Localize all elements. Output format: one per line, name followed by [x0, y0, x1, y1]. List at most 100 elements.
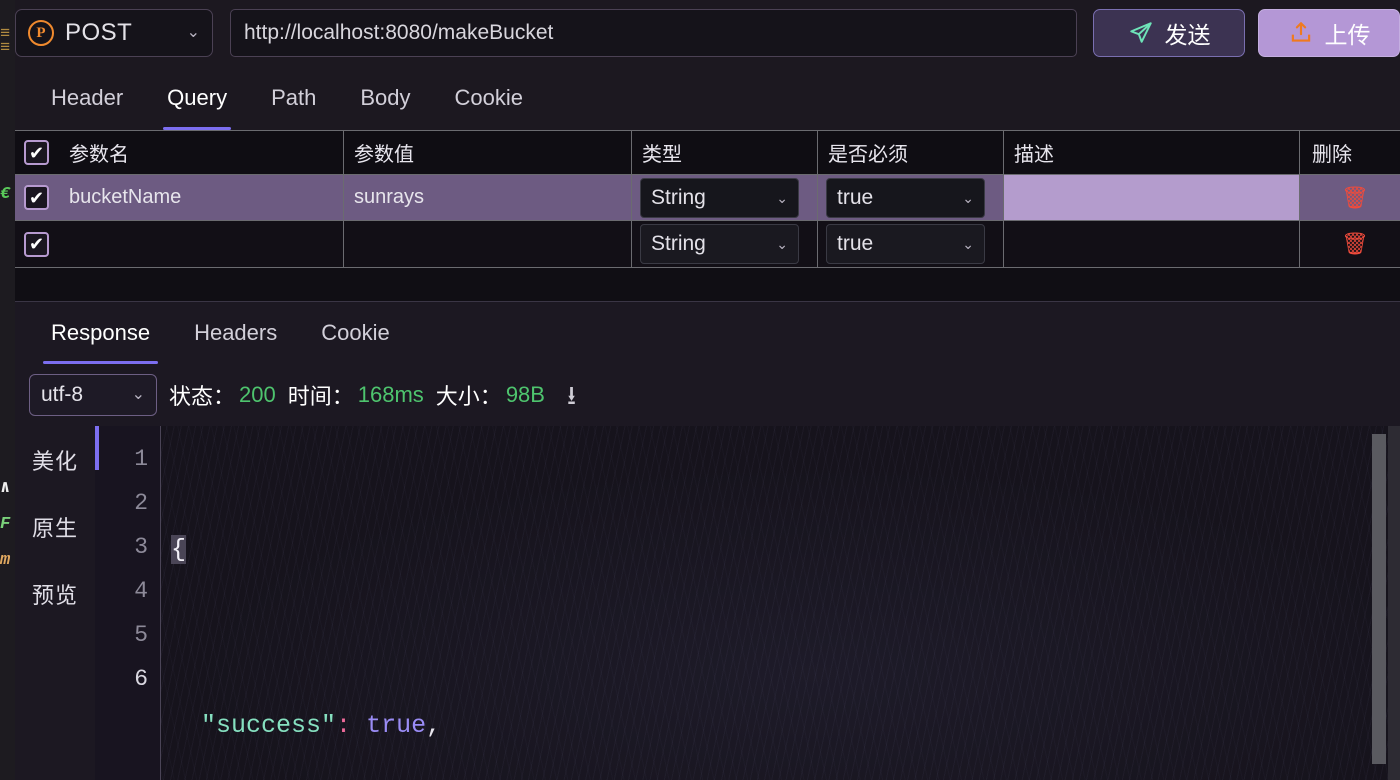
row-checkbox[interactable] — [24, 185, 49, 210]
upload-button[interactable]: 上传 — [1258, 9, 1400, 57]
chevron-down-icon: ⌄ — [776, 236, 788, 252]
request-bar: P POST ⌄ http://localhost:8080/makeBucke… — [15, 0, 1400, 66]
param-type-value: String — [651, 185, 706, 209]
tab-path-label: Path — [271, 85, 317, 110]
json-colon: : — [336, 711, 352, 740]
tab-cookie[interactable]: Cookie — [433, 66, 545, 130]
param-required-value: true — [837, 185, 874, 209]
param-value-value: sunrays — [354, 186, 425, 208]
trash-icon[interactable]: 🗑 — [1341, 186, 1369, 209]
tab-header[interactable]: Header — [29, 66, 145, 130]
raw-button[interactable]: 原生 — [32, 511, 78, 543]
param-name-input[interactable]: bucketName — [59, 175, 344, 220]
param-delete-cell: 🗑 — [1300, 175, 1400, 220]
tab-response-headers-label: Headers — [194, 320, 278, 345]
param-type-select[interactable]: String ⌄ — [640, 224, 799, 264]
request-tab-bar: Header Query Path Body Cookie — [15, 66, 1400, 130]
param-value-input[interactable]: sunrays — [344, 175, 632, 220]
column-header-description: 描述 — [1004, 131, 1300, 174]
code-line: { — [161, 528, 1400, 572]
json-open-brace: { — [171, 535, 187, 564]
param-required-select[interactable]: true ⌄ — [826, 177, 985, 218]
encoding-select[interactable]: utf-8 ⌄ — [29, 374, 157, 416]
row-checkbox[interactable] — [24, 231, 49, 257]
param-type-value: String — [651, 232, 706, 255]
parameter-table: 参数名 参数值 类型 是否必须 描述 删除 bucketName — [15, 130, 1400, 268]
json-comma: , — [426, 711, 442, 740]
trash-icon[interactable]: 🗑 — [1341, 233, 1369, 255]
param-required-cell: true ⌄ — [818, 175, 1004, 220]
column-header-required-label: 是否必须 — [828, 144, 908, 166]
table-row[interactable]: String ⌄ true ⌄ 🗑 — [15, 221, 1400, 267]
encoding-value: utf-8 — [41, 383, 84, 406]
http-method-select[interactable]: P POST ⌄ — [15, 9, 213, 57]
column-header-delete: 删除 — [1300, 131, 1400, 174]
tab-response-label: Response — [51, 320, 151, 345]
bleed-fragment: m — [0, 551, 11, 570]
line-number: 1 — [134, 446, 148, 472]
response-status-bar: utf-8 ⌄ 状态： 200 时间： 168ms 大小： 98B — [15, 364, 1400, 426]
response-body-viewer[interactable]: 1 2 3 4 5 6 { "success": true, "code": 2… — [95, 426, 1400, 780]
bleed-fragment: € — [0, 185, 11, 204]
line-number: 5 — [134, 622, 148, 648]
time-value: 168ms — [357, 382, 424, 407]
tab-response-headers[interactable]: Headers — [172, 302, 299, 364]
column-header-required: 是否必须 — [818, 131, 1004, 174]
column-header-description-label: 描述 — [1014, 144, 1054, 166]
select-all-checkbox[interactable] — [24, 140, 49, 165]
param-type-cell: String ⌄ — [632, 221, 818, 267]
column-header-value: 参数值 — [344, 131, 632, 174]
chevron-down-icon: ⌄ — [776, 189, 788, 206]
tab-path[interactable]: Path — [249, 66, 338, 130]
api-client-window: ≡ ≡ € ∧ F m P POST ⌄ http://localhost:80… — [0, 0, 1400, 780]
param-required-select[interactable]: true ⌄ — [826, 224, 985, 264]
json-boolean-value: true — [366, 711, 427, 740]
size-value: 98B — [505, 382, 545, 407]
http-method-label: POST — [65, 19, 133, 46]
tab-response-cookie[interactable]: Cookie — [299, 302, 411, 364]
download-icon[interactable] — [567, 383, 591, 407]
scrollbar-track — [1388, 426, 1400, 780]
upload-button-label: 上传 — [1324, 22, 1371, 48]
param-description-input[interactable] — [1004, 221, 1300, 267]
table-row[interactable]: bucketName sunrays String ⌄ true ⌄ — [15, 175, 1400, 221]
beautify-button[interactable]: 美化 — [32, 444, 78, 476]
chevron-down-icon: ⌄ — [131, 386, 145, 403]
post-badge-icon: P — [28, 20, 54, 46]
json-code-content[interactable]: { "success": true, "code": 200, "message… — [161, 426, 1400, 780]
time-label: 时间： — [287, 384, 354, 409]
tab-response[interactable]: Response — [29, 302, 172, 364]
upload-tray-icon — [1291, 22, 1310, 42]
url-value: http://localhost:8080/makeBucket — [244, 21, 554, 44]
chevron-down-icon: ⌄ — [962, 189, 974, 206]
response-view-modes: 美化 原生 预览 — [15, 426, 95, 780]
background-editor-strip: ≡ ≡ € ∧ F m — [0, 0, 15, 780]
column-header-type-label: 类型 — [642, 144, 682, 166]
param-type-select[interactable]: String ⌄ — [640, 177, 799, 218]
param-value-input[interactable] — [344, 221, 632, 267]
tab-query[interactable]: Query — [145, 66, 249, 130]
column-header-name: 参数名 — [59, 131, 344, 174]
bleed-fragment: ∧ — [0, 479, 11, 498]
column-header-type: 类型 — [632, 131, 818, 174]
bleed-fragment: ≡ — [0, 39, 11, 58]
chevron-down-icon: ⌄ — [186, 24, 200, 41]
bleed-fragment: F — [0, 515, 11, 534]
select-all-cell — [15, 131, 59, 174]
column-header-value-label: 参数值 — [354, 144, 414, 166]
response-tab-bar: Response Headers Cookie — [15, 302, 1400, 364]
tab-header-label: Header — [51, 85, 124, 110]
send-button[interactable]: 发送 — [1093, 9, 1245, 57]
vertical-scrollbar[interactable] — [1372, 434, 1386, 764]
send-button-label: 发送 — [1164, 22, 1211, 48]
param-required-cell: true ⌄ — [818, 221, 1004, 267]
tab-body[interactable]: Body — [338, 66, 432, 130]
cursor-line-marker — [95, 426, 99, 470]
param-description-input[interactable] — [1004, 175, 1300, 220]
row-select-cell — [15, 221, 59, 267]
size-label: 大小： — [435, 384, 502, 409]
param-delete-cell: 🗑 — [1300, 221, 1400, 267]
param-name-input[interactable] — [59, 221, 344, 267]
preview-button[interactable]: 预览 — [32, 578, 78, 610]
url-input[interactable]: http://localhost:8080/makeBucket — [230, 9, 1077, 57]
